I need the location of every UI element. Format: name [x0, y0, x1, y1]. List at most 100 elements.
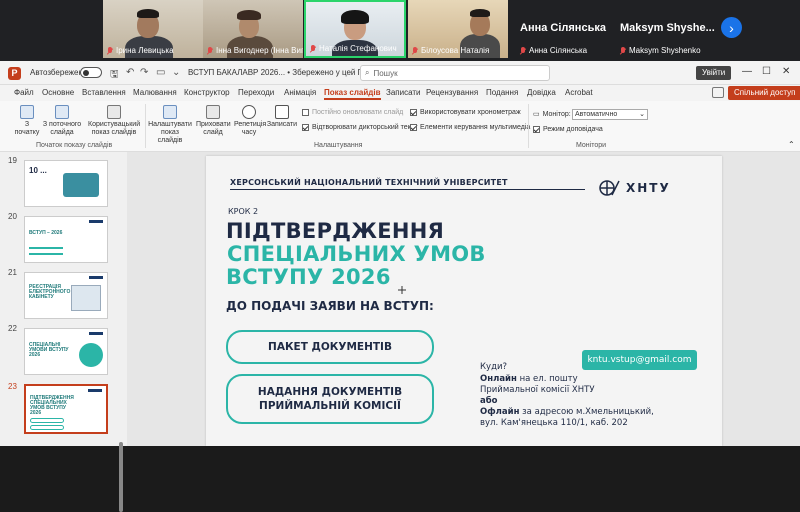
search-input[interactable]: ⌕ Пошук: [360, 65, 550, 81]
slide-number: 23: [8, 382, 17, 391]
slide-number: 21: [8, 268, 17, 277]
slide-thumbnail[interactable]: ВСТУП – 2026: [24, 216, 108, 263]
slide-thumbnail[interactable]: 10 ...: [24, 160, 108, 207]
tab-slideshow[interactable]: Показ слайдів: [324, 88, 381, 100]
tab-animations[interactable]: Анімація: [284, 88, 316, 97]
save-icon[interactable]: 🖫: [110, 67, 119, 84]
powerpoint-titlebar: P Автозбереження 🖫 ↶ ↷ ▭ ⌄ ВСТУП БАКАЛАВ…: [0, 61, 800, 85]
group-start-label: Початок показу слайдів: [36, 142, 113, 149]
file-title[interactable]: ВСТУП БАКАЛАВР 2026... • Збережено у цей…: [188, 68, 377, 77]
offline-line2: вул. Кам'янецька 110/1, каб. 202: [480, 418, 628, 428]
documents-pill: ПАКЕТ ДОКУМЕНТІВ: [226, 330, 434, 364]
play-from-start-icon: [20, 105, 34, 119]
ribbon-tabs: Файл Основне Вставлення Малювання Констр…: [0, 85, 800, 101]
tab-home[interactable]: Основне: [42, 88, 74, 97]
tab-draw[interactable]: Малювання: [133, 88, 177, 97]
custom-show-icon: [107, 105, 121, 119]
play-current-icon: [55, 105, 69, 119]
participant-tile-3-speaking[interactable]: Наталія Стефанович: [304, 0, 406, 58]
collapse-ribbon-icon[interactable]: ⌃: [788, 140, 795, 149]
keep-updated-checkbox[interactable]: Постійно оновлювати слайд: [302, 109, 403, 116]
kntu-emblem-icon: [599, 180, 620, 196]
record-button[interactable]: Записати: [266, 105, 298, 129]
rehearse-timings-button[interactable]: Репетиція часу: [234, 105, 266, 137]
participant-tile-4[interactable]: Білоусова Наталія: [408, 0, 508, 58]
media-controls-checkbox[interactable]: Елементи керування мультимедіа: [410, 124, 530, 131]
tab-transitions[interactable]: Переходи: [238, 88, 274, 97]
redo-icon[interactable]: ↷: [140, 67, 148, 78]
slide-thumbnails-panel: 19 10 ... 20 ВСТУП – 2026 21 РЕЄСТРАЦІЯ …: [0, 152, 127, 512]
slide-thumbnail[interactable]: СПЕЦІАЛЬНІ УМОВИ ВСТУПУ 2026: [24, 328, 108, 375]
slide-number: 19: [8, 156, 17, 165]
minimize-button[interactable]: —: [742, 66, 752, 77]
hide-slide-button[interactable]: Приховати слайд: [196, 105, 231, 137]
undo-icon[interactable]: ↶: [126, 67, 134, 78]
participant-tile-2[interactable]: Інна Вигоднер (Інна Вигодн...: [203, 0, 303, 58]
participant-name: Ірина Левицька: [116, 46, 174, 55]
tab-help[interactable]: Довідка: [527, 88, 556, 97]
play-narrations-checkbox[interactable]: Відтворювати дикторський текст: [302, 124, 418, 131]
from-current-button[interactable]: З поточного слайда: [42, 105, 82, 137]
share-button[interactable]: Спільний доступ: [728, 86, 800, 100]
tab-review[interactable]: Рецензування: [426, 88, 478, 97]
custom-show-button[interactable]: Користувацький показ слайдів: [88, 105, 140, 137]
tab-record[interactable]: Записати: [386, 88, 421, 97]
university-name: ХЕРСОНСЬКИЙ НАЦІОНАЛЬНИЙ ТЕХНІЧНИЙ УНІВЕ…: [230, 178, 508, 187]
tab-insert[interactable]: Вставлення: [82, 88, 126, 97]
chevron-down-icon: ⌄: [639, 111, 645, 118]
slideshow-icon[interactable]: ▭: [156, 67, 165, 78]
mic-muted-icon: [207, 46, 213, 55]
mic-muted-icon: [520, 46, 526, 55]
from-start-button[interactable]: З початку: [14, 105, 40, 137]
kntu-logo: ХНТУ: [598, 179, 671, 197]
email-badge: kntu.vstup@gmail.com: [582, 350, 697, 370]
hide-slide-icon: [206, 105, 220, 119]
tab-view[interactable]: Подання: [486, 88, 518, 97]
setup-show-button[interactable]: Налаштувати показ слайдів: [148, 105, 192, 145]
slide-title-line2: СПЕЦІАЛЬНИХ УМОВ: [227, 242, 486, 266]
where-label: Куди?: [480, 362, 507, 372]
presenter-view-checkbox[interactable]: Режим доповідача: [533, 126, 603, 133]
mic-muted-icon: [310, 44, 316, 53]
submit-documents-pill: НАДАННЯ ДОКУМЕНТІВ ПРИЙМАЛЬНІЙ КОМІСІЇ: [226, 374, 434, 424]
next-participants-button[interactable]: ›: [721, 17, 742, 38]
slide-number: 20: [8, 212, 17, 221]
meeting-strip: Ірина Левицька Інна Вигоднер (Інна Вигод…: [0, 0, 800, 61]
slide-thumbnail-selected[interactable]: ПІДТВЕРДЖЕННЯ СПЕЦІАЛЬНИХ УМОВ ВСТУПУ 20…: [24, 384, 108, 434]
logo-text: ХНТУ: [626, 181, 671, 195]
signin-button[interactable]: Увійти: [696, 66, 732, 80]
participant-card-maksym[interactable]: Maksym Shyshe... Maksym Shyshenko: [614, 0, 715, 58]
participant-display-name: Анна Сілянська: [520, 22, 606, 34]
participant-name: Наталія Стефанович: [319, 44, 397, 53]
powerpoint-logo-icon: P: [8, 67, 21, 80]
slide-title-line3: ВСТУПУ 2026: [226, 265, 391, 289]
online-line: Онлайн на ел. пошту: [480, 374, 578, 384]
customize-toolbar-icon[interactable]: ⌄: [172, 67, 180, 78]
use-timings-checkbox[interactable]: Використовувати хронометраж: [410, 109, 521, 116]
participant-tile-1[interactable]: Ірина Левицька: [103, 0, 203, 58]
group-setup-label: Налаштування: [314, 142, 363, 149]
tab-file[interactable]: Файл: [14, 88, 34, 97]
monitor-icon: ▭: [533, 111, 540, 118]
slide-thumbnail[interactable]: РЕЄСТРАЦІЯ ЕЛЕКТРОННОГО КАБІНЕТУ: [24, 272, 108, 319]
mic-muted-icon: [412, 46, 418, 55]
slide-subtitle: ДО ПОДАЧІ ЗАЯВИ НА ВСТУП:: [226, 299, 434, 313]
participant-name: Білоусова Наталія: [421, 46, 490, 55]
autosave-toggle[interactable]: [80, 67, 102, 78]
move-cursor-icon: [398, 286, 406, 294]
participant-name: Анна Сілянська: [529, 46, 588, 55]
comments-icon[interactable]: [712, 87, 724, 98]
slide-title-line1: ПІДТВЕРДЖЕННЯ: [226, 219, 445, 243]
thumbnails-scrollbar[interactable]: [119, 442, 123, 512]
participant-name: Maksym Shyshenko: [629, 46, 701, 55]
participant-card-anna[interactable]: Анна Сілянська Анна Сілянська: [514, 0, 614, 58]
tab-acrobat[interactable]: Acrobat: [565, 88, 593, 97]
restore-button[interactable]: ☐: [762, 66, 771, 77]
tab-design[interactable]: Конструктор: [184, 88, 230, 97]
close-button[interactable]: ✕: [782, 66, 790, 77]
monitor-select[interactable]: Автоматично ⌄: [572, 109, 648, 120]
group-monitors-label: Монітори: [576, 142, 607, 149]
mic-muted-icon: [107, 46, 113, 55]
current-slide[interactable]: ХЕРСОНСЬКИЙ НАЦІОНАЛЬНИЙ ТЕХНІЧНИЙ УНІВЕ…: [206, 156, 722, 446]
step-label: КРОК 2: [228, 207, 259, 216]
